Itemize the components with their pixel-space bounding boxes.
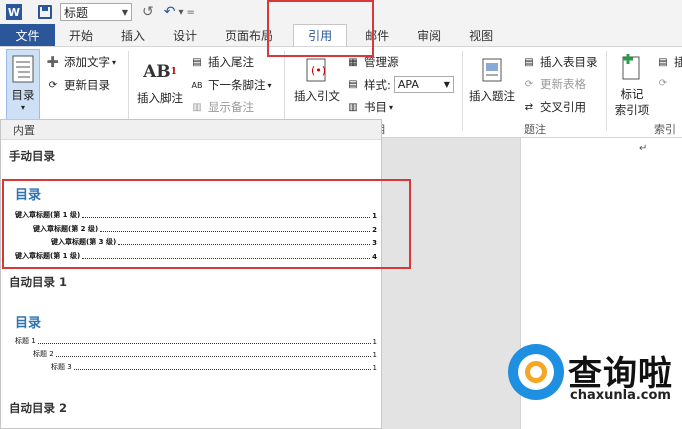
chevron-down-icon: ▾ xyxy=(20,103,25,112)
insert-endnote-label: 插入尾注 xyxy=(208,55,254,69)
add-text-button[interactable]: ➕ 添加文字 ▾ xyxy=(46,54,116,70)
insert-footnote-button[interactable]: AB 1 插入脚注 xyxy=(134,57,186,106)
toc-dot-leader xyxy=(73,369,371,370)
footnote-icon: AB 1 xyxy=(143,62,177,82)
update-toc-label: 更新目录 xyxy=(64,78,110,92)
show-notes-button[interactable]: ▥ 显示备注 xyxy=(190,99,254,115)
save-icon[interactable] xyxy=(38,5,52,19)
show-notes-icon: ▥ xyxy=(192,101,202,113)
watermark-domain: chaxunla.com xyxy=(570,388,671,403)
index-group: 索引 xyxy=(610,47,682,139)
toc-gallery-dropdown: 内置 手动目录 目录 键入章标题(第 1 级) 1 键入章标题(第 2 级) 2 键… xyxy=(0,119,382,429)
logo-q-mark xyxy=(525,361,547,383)
style-selector-value: 标题 xyxy=(64,5,89,20)
tab-insert[interactable]: 插入 xyxy=(107,24,159,46)
customize-toolbar-icon[interactable]: = xyxy=(187,7,195,18)
next-footnote-label: 下一条脚注 xyxy=(208,78,266,92)
style-selector[interactable]: 标题 ▼ xyxy=(60,3,132,21)
tab-home[interactable]: 开始 xyxy=(55,24,107,46)
next-footnote-button[interactable]: AB 下一条脚注 ▾ xyxy=(190,77,272,93)
gallery-header: 内置 xyxy=(1,120,381,140)
tab-review[interactable]: 审阅 xyxy=(403,24,455,46)
insert-endnote-button[interactable]: ▤ 插入尾注 xyxy=(190,54,254,70)
auto-toc-1-option[interactable]: 目录 标题 1 1 标题 2 1 标题 3 1 xyxy=(7,296,379,376)
toc-button-label: 目录 xyxy=(11,88,35,102)
undo-icon[interactable]: ↶ xyxy=(164,4,176,20)
chevron-down-icon: ▾ xyxy=(267,80,272,90)
auto-toc-1-title: 自动目录 1 xyxy=(9,275,68,289)
toc-entry-page: 1 xyxy=(372,364,377,372)
toc-entry: 标题 1 1 xyxy=(15,336,377,346)
group-divider xyxy=(462,51,463,131)
toc-dot-leader xyxy=(37,343,371,344)
auto-toc-1-heading: 目录 xyxy=(15,316,42,331)
toc-button[interactable]: 目录 ▾ xyxy=(6,49,40,121)
add-text-icon: ➕ xyxy=(46,56,60,68)
tab-view[interactable]: 视图 xyxy=(455,24,507,46)
index-group-label: 索引 xyxy=(654,123,676,136)
tab-design[interactable]: 设计 xyxy=(159,24,211,46)
toc-dot-leader xyxy=(55,356,371,357)
captions-group: 题注 xyxy=(466,47,604,139)
toc-entry-text: 标题 3 xyxy=(51,363,72,371)
show-notes-label: 显示备注 xyxy=(208,100,254,114)
toc-entry: 标题 2 1 xyxy=(33,349,377,359)
manual-toc-title: 手动目录 xyxy=(9,149,55,163)
refresh-icon: ⟳ xyxy=(48,79,58,91)
toc-entry-text: 标题 2 xyxy=(33,350,54,358)
paragraph-mark-icon: ↵ xyxy=(639,143,648,154)
toc-icon xyxy=(8,54,38,84)
add-text-label: 添加文字 xyxy=(64,55,110,69)
repeat-icon[interactable]: ↺ xyxy=(142,4,154,20)
toc-entry-text: 标题 1 xyxy=(15,337,36,345)
chevron-down-icon: ▾ xyxy=(112,57,117,67)
auto-toc-2-title[interactable]: 自动目录 2 xyxy=(9,400,67,416)
endnote-icon: ▤ xyxy=(192,56,202,68)
toc-entry-page: 1 xyxy=(372,351,377,359)
chevron-down-icon: ▼ xyxy=(121,7,128,17)
site-watermark: 查询啦 chaxunla.com xyxy=(508,344,678,408)
toc-entry-page: 1 xyxy=(372,338,377,346)
undo-dropdown-icon[interactable]: ▾ xyxy=(178,7,183,18)
update-toc-button[interactable]: ⟳ 更新目录 xyxy=(46,77,110,93)
next-footnote-icon: AB xyxy=(191,80,203,90)
word-window: W 标题 ▼ ↺ ↶ ▾ = 文件 开始 插入 设计 页面布局 引用 邮件 审阅… xyxy=(0,0,682,429)
search-logo-icon xyxy=(508,344,564,400)
word-app-icon: W xyxy=(6,4,22,20)
group-divider xyxy=(606,51,607,131)
highlight-manual-toc xyxy=(2,179,411,269)
toc-entry: 标题 3 1 xyxy=(51,362,377,372)
highlight-references-tab xyxy=(267,0,374,57)
tab-file[interactable]: 文件 xyxy=(0,24,55,46)
captions-group-label: 题注 xyxy=(524,123,546,136)
insert-footnote-label: 插入脚注 xyxy=(137,91,183,105)
